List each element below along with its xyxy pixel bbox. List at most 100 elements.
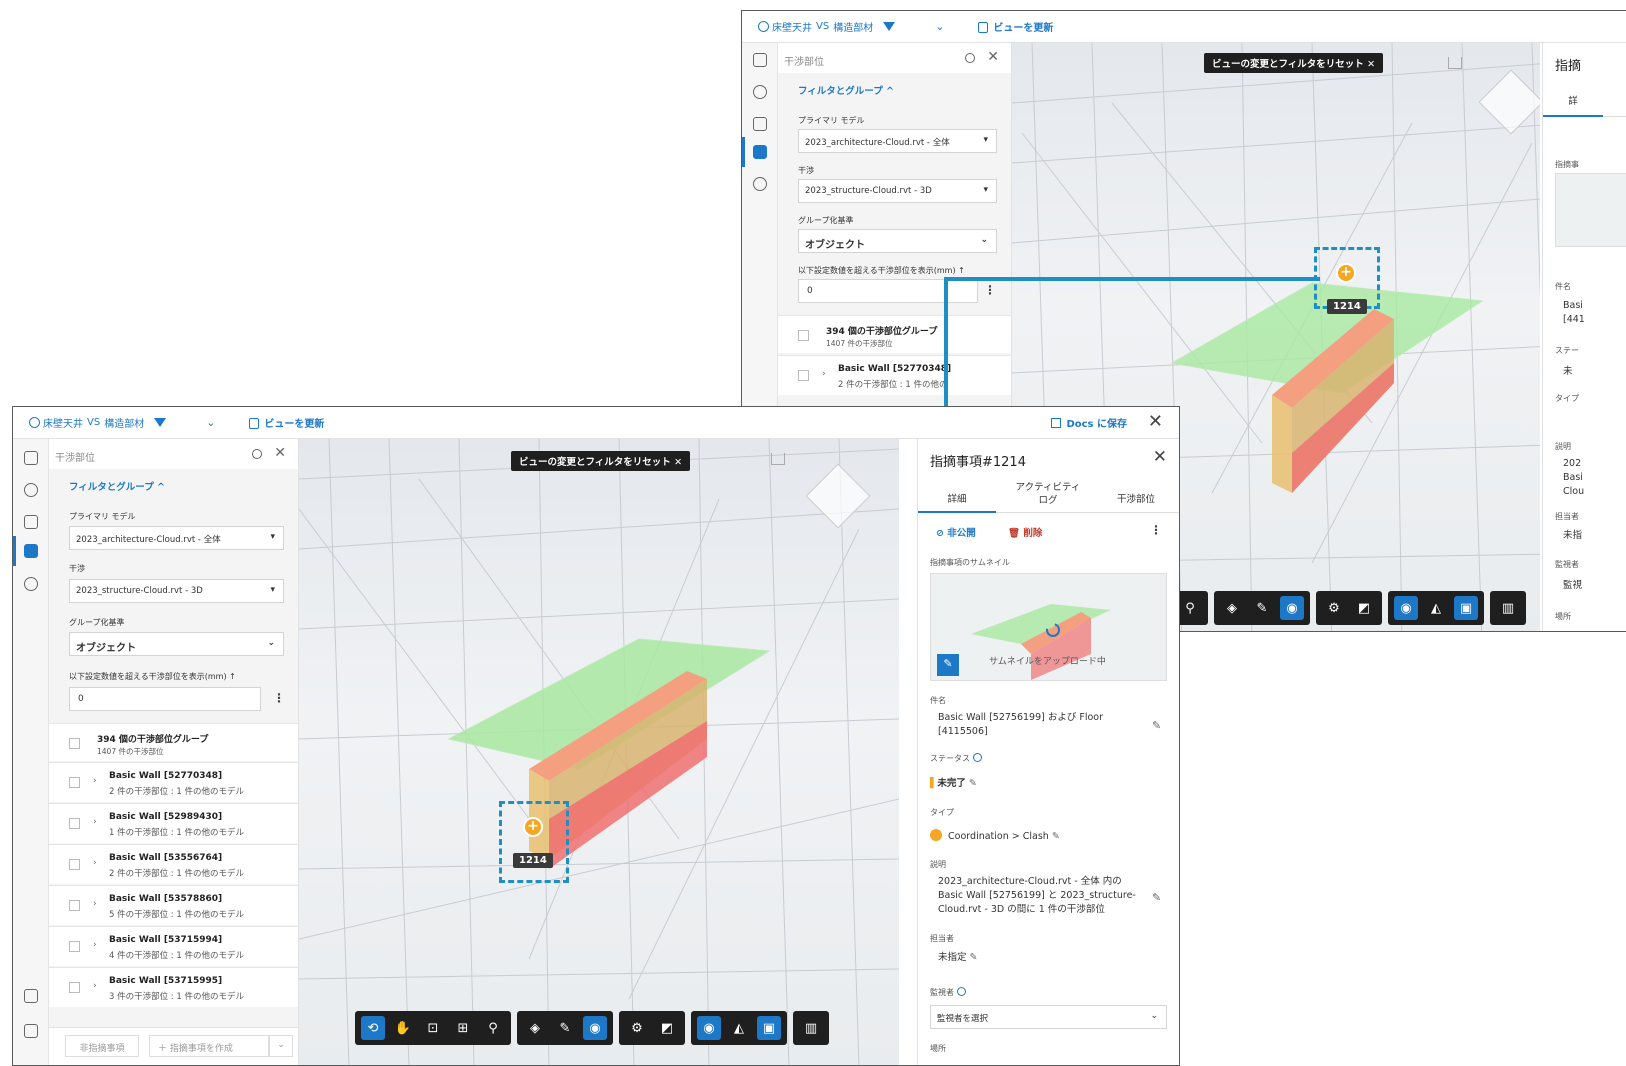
settings-icon[interactable]: ⚙ [1322,596,1346,620]
info-icon[interactable] [957,987,966,996]
filter-icon[interactable] [154,418,167,427]
filter-icon[interactable] [883,22,896,31]
type-value[interactable]: Coordination > Clash ✎ [930,829,1060,844]
create-issue-dropdown[interactable]: ⌄ [269,1035,293,1057]
watcher-select[interactable]: 監視者を選択 ⌄ [930,1005,1167,1029]
reset-view-button[interactable]: ビューの変更とフィルタをリセット ✕ [511,451,691,471]
row-checkbox[interactable] [69,900,80,911]
walk-icon[interactable]: ⚲ [1178,596,1202,620]
issue-pin[interactable]: + [1336,263,1356,283]
section-icon[interactable]: ◉ [583,1016,607,1040]
non-issue-button[interactable]: 非指摘事項 [65,1035,139,1057]
model-a-label[interactable]: 床壁天井 [772,19,812,34]
models-icon[interactable]: ▣ [757,1016,781,1040]
chevron-right-icon[interactable]: › [822,369,826,379]
row-checkbox[interactable] [69,777,80,788]
layers-icon[interactable]: ◭ [1424,596,1448,620]
walk-icon[interactable]: ⚲ [481,1016,505,1040]
interference-select[interactable]: 2023_structure-Cloud.rvt - 3D ▾ [798,179,997,203]
clash-icon[interactable] [753,145,767,159]
measure-icon[interactable]: ✎ [553,1016,577,1040]
info-icon[interactable] [973,753,982,762]
reset-view-button[interactable]: ビューの変更とフィルタをリセット ✕ [1204,53,1384,73]
tab-activity-log[interactable]: アクティビティ ログ [998,479,1098,513]
create-issue-button[interactable]: ＋ 指摘事項を作成 [149,1035,269,1057]
chevron-down-icon[interactable]: ⌄ [935,20,944,33]
list-item[interactable]: › Basic Wall [52770348] 2 件の干渉部位 : 1 件の他… [49,762,298,802]
row-checkbox[interactable] [798,370,809,381]
explode-icon[interactable]: ◈ [523,1016,547,1040]
save-to-docs-button[interactable]: Docs に保存 [1051,415,1127,430]
list-item[interactable]: › Basic Wall [52770348] 2 件の干渉部位 : 1 件の他… [778,355,1011,395]
section-icon[interactable]: ◉ [1280,596,1304,620]
tab-clash[interactable]: 干渉部位 [1098,479,1174,513]
watcher-value[interactable]: 監視 [1563,579,1582,593]
model-viewport[interactable]: ビューの変更とフィルタをリセット ✕ + 1214 ⟲ ✋ ⊡ ⊞ ⚲ ◈ ✎ … [299,439,899,1065]
close-icon[interactable]: ✕ [1153,447,1167,467]
filter-group-toggle[interactable]: フィルタとグループ ^ [69,479,165,493]
issue-pin[interactable]: + [523,817,543,837]
refresh-view-button[interactable]: ビューを更新 [978,19,1053,34]
interference-select[interactable]: 2023_structure-Cloud.rvt - 3D ▾ [69,579,284,603]
list-item[interactable]: › Basic Wall [52989430] 1 件の干渉部位 : 1 件の他… [49,803,298,843]
clash-icon[interactable] [24,544,38,558]
zoom-icon[interactable]: ⊡ [421,1016,445,1040]
row-checkbox[interactable] [69,818,80,829]
edit-thumbnail-button[interactable]: ✎ [937,654,959,676]
check-icon[interactable] [753,177,767,191]
chevron-right-icon[interactable]: › [93,940,97,950]
close-icon[interactable]: ✕ [1148,411,1163,432]
explode-icon[interactable]: ◈ [1220,596,1244,620]
pencil-icon[interactable]: ✎ [969,778,977,789]
model-search-icon[interactable] [753,117,767,131]
eye-icon[interactable]: ◉ [697,1016,721,1040]
info-icon[interactable] [252,449,262,459]
list-item[interactable]: › Basic Wall [53715995] 3 件の干渉部位 : 1 件の他… [49,967,298,1007]
map-icon[interactable]: ▥ [799,1016,823,1040]
model-search-icon[interactable] [24,515,38,529]
status-value[interactable]: ▌未完了 ✎ [930,777,977,791]
more-icon[interactable]: ⋮ [1150,523,1162,537]
row-checkbox[interactable] [69,859,80,870]
chevron-right-icon[interactable]: › [93,817,97,827]
refresh-view-button[interactable]: ビューを更新 [249,415,324,430]
more-icon[interactable]: ⋮ [984,283,996,297]
orbit-icon[interactable]: ⟲ [361,1016,385,1040]
private-toggle[interactable]: ⊘ 非公開 [936,525,976,539]
primary-model-select[interactable]: 2023_architecture-Cloud.rvt - 全体 ▾ [69,526,284,550]
list-item[interactable]: › Basic Wall [53578860] 5 件の干渉部位 : 1 件の他… [49,885,298,925]
pan-icon[interactable]: ✋ [391,1016,415,1040]
chevron-right-icon[interactable]: › [93,899,97,909]
close-icon[interactable]: ✕ [274,445,286,461]
check-icon[interactable] [24,577,38,591]
select-all-checkbox[interactable] [69,738,80,749]
list-item[interactable]: › Basic Wall [53556764] 2 件の干渉部位 : 1 件の他… [49,844,298,884]
document-icon[interactable] [24,989,38,1003]
primary-model-select[interactable]: 2023_architecture-Cloud.rvt - 全体 ▾ [798,129,997,153]
tab-detail[interactable]: 詳 [1543,83,1603,117]
tab-detail[interactable]: 詳細 [918,479,996,513]
pencil-icon[interactable]: ✎ [1152,719,1161,732]
models-icon[interactable]: ▣ [1454,596,1478,620]
more-icon[interactable]: ⋮ [273,691,285,705]
row-checkbox[interactable] [69,941,80,952]
info-icon[interactable] [965,53,975,63]
fullscreen-icon[interactable]: ◩ [1352,596,1376,620]
map-icon[interactable]: ▥ [1496,596,1520,620]
chevron-right-icon[interactable]: › [93,776,97,786]
eye-icon[interactable]: ◉ [1394,596,1418,620]
settings-icon[interactable]: ⚙ [625,1016,649,1040]
home-icon[interactable] [1448,57,1462,69]
row-checkbox[interactable] [69,982,80,993]
model-b-label[interactable]: 構造部材 [104,415,144,430]
chevron-down-icon[interactable]: ⌄ [206,416,215,429]
measure-icon[interactable]: ✎ [1250,596,1274,620]
model-a-label[interactable]: 床壁天井 [43,415,83,430]
list-item[interactable]: › Basic Wall [53715994] 4 件の干渉部位 : 1 件の他… [49,926,298,966]
assignee-value[interactable]: 未指定 ✎ [938,951,978,965]
chevron-right-icon[interactable]: › [93,858,97,868]
fullscreen-icon[interactable]: ◩ [655,1016,679,1040]
select-all-checkbox[interactable] [798,330,809,341]
sphere-icon[interactable] [753,85,767,99]
pencil-icon[interactable]: ✎ [1152,891,1161,904]
